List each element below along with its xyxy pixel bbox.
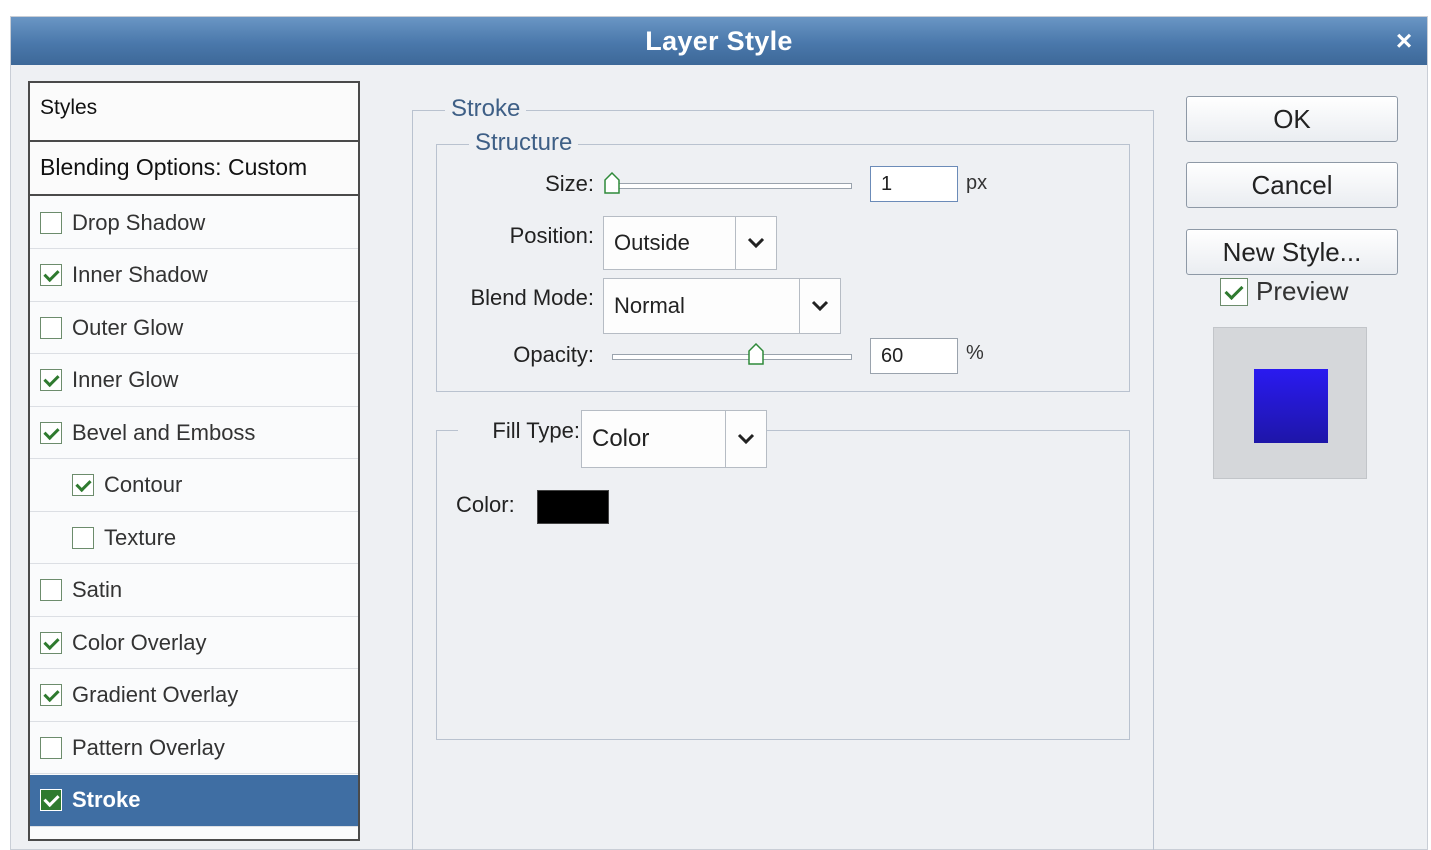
preview-checkbox[interactable]: Preview [1220, 276, 1348, 307]
style-item-stroke[interactable]: Stroke [30, 774, 358, 827]
chevron-down-icon [799, 279, 840, 333]
blend-mode-dropdown[interactable]: Normal [603, 278, 841, 334]
style-item-label: Satin [72, 577, 123, 602]
style-item-label: Bevel and Emboss [72, 419, 256, 445]
style-item-outer-glow[interactable]: Outer Glow [30, 302, 358, 354]
style-checkbox[interactable] [40, 264, 62, 286]
position-value: Outside [614, 230, 690, 255]
size-input[interactable]: 1 [870, 166, 958, 202]
style-checkbox[interactable] [40, 579, 62, 601]
preview-swatch [1254, 369, 1328, 443]
style-item-drop-shadow[interactable]: Drop Shadow [30, 197, 358, 249]
blend-mode-value: Normal [614, 293, 685, 318]
style-checkbox[interactable] [40, 684, 62, 706]
style-checkbox[interactable] [40, 789, 62, 811]
style-checkbox[interactable] [40, 421, 62, 444]
style-item-label: Stroke [72, 787, 141, 812]
style-item-label: Pattern Overlay [72, 734, 225, 760]
style-item-satin[interactable]: Satin [30, 565, 358, 617]
style-item-label: Outer Glow [72, 314, 184, 340]
style-item-label: Texture [104, 524, 177, 550]
size-label: Size: [545, 171, 594, 196]
dialog-title: Layer Style [645, 26, 793, 56]
fill-group [436, 430, 1130, 740]
chevron-down-icon [725, 411, 766, 467]
styles-header[interactable]: Styles [30, 83, 358, 142]
blending-options-item[interactable]: Blending Options: Custom [30, 142, 358, 196]
style-item-gradient-overlay[interactable]: Gradient Overlay [30, 670, 358, 722]
preview-check-icon[interactable] [1220, 277, 1248, 306]
opacity-slider[interactable] [612, 354, 852, 360]
style-item-inner-shadow[interactable]: Inner Shadow [30, 250, 358, 302]
style-checkbox[interactable] [72, 474, 94, 496]
opacity-slider-thumb[interactable] [748, 343, 764, 365]
style-item-label: Drop Shadow [72, 209, 206, 235]
style-item-label: Color Overlay [72, 629, 207, 655]
style-item-color-overlay[interactable]: Color Overlay [30, 617, 358, 669]
chevron-down-icon [735, 217, 776, 269]
close-icon[interactable]: × [1389, 26, 1419, 56]
fill-type-dropdown[interactable]: Color [581, 410, 767, 468]
title-bar[interactable]: Layer Style × [11, 17, 1427, 65]
color-label: Color: [456, 492, 515, 517]
style-item-contour[interactable]: Contour [30, 460, 358, 512]
style-item-texture[interactable]: Texture [30, 512, 358, 564]
style-item-label: Contour [104, 472, 183, 497]
opacity-unit: % [966, 342, 984, 364]
fill-type-value: Color [592, 425, 650, 452]
opacity-label: Opacity: [513, 342, 594, 367]
new-style-button[interactable]: New Style... [1186, 229, 1398, 275]
size-unit: px [966, 172, 988, 194]
style-checkbox[interactable] [40, 369, 62, 391]
position-label: Position: [509, 223, 594, 248]
size-slider-thumb[interactable] [604, 172, 620, 194]
style-item-bevel-and-emboss[interactable]: Bevel and Emboss [30, 407, 358, 459]
style-item-label: Gradient Overlay [72, 682, 239, 707]
structure-group-title: Structure [469, 129, 579, 157]
cancel-button[interactable]: Cancel [1186, 162, 1398, 208]
style-item-label: Inner Glow [72, 367, 179, 392]
opacity-input[interactable]: 60 [870, 338, 958, 374]
style-checkbox[interactable] [40, 736, 62, 759]
style-checkbox[interactable] [72, 526, 94, 549]
ok-button[interactable]: OK [1186, 96, 1398, 142]
style-checkbox[interactable] [40, 316, 62, 339]
stroke-group-title: Stroke [445, 95, 527, 123]
stroke-color-swatch[interactable] [537, 490, 609, 524]
styles-list: Styles Blending Options: Custom Drop Sha… [28, 81, 360, 841]
fill-type-label: Fill Type: [458, 418, 586, 444]
style-item-inner-glow[interactable]: Inner Glow [30, 355, 358, 407]
style-item-pattern-overlay[interactable]: Pattern Overlay [30, 722, 358, 774]
style-checkbox[interactable] [40, 631, 62, 654]
style-checkbox[interactable] [40, 211, 62, 234]
preview-thumbnail [1213, 327, 1367, 479]
position-dropdown[interactable]: Outside [603, 216, 777, 270]
blend-mode-label: Blend Mode: [470, 285, 594, 310]
style-item-label: Inner Shadow [72, 262, 208, 287]
size-slider[interactable] [612, 183, 852, 189]
preview-label: Preview [1256, 276, 1349, 306]
